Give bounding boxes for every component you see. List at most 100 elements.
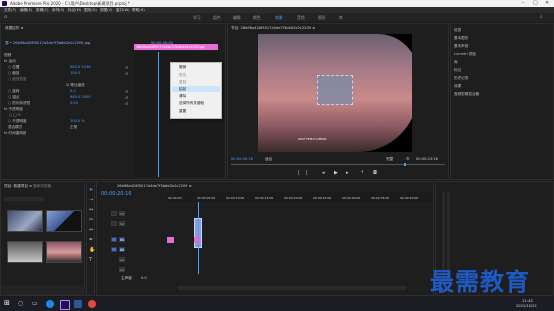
workspace-color[interactable]: 颜色: [253, 15, 261, 21]
ripple-edit-icon[interactable]: ↔: [89, 207, 93, 213]
menu-item-paste[interactable]: 粘贴: [172, 86, 220, 92]
menu-item-copy[interactable]: 复制: [179, 80, 186, 85]
effect-controls-tab[interactable]: 效果控件 ≡: [5, 26, 24, 31]
track-target[interactable]: [111, 211, 117, 216]
panel-item-effects[interactable]: 效果: [454, 84, 461, 89]
timeline-tab[interactable]: 26b96a426f5017a5de7f3b6d2e2c2209 ≡: [117, 184, 192, 188]
search-taskbar-icon[interactable]: ○: [18, 300, 23, 307]
track-label: A2: [119, 257, 125, 262]
word-icon[interactable]: [74, 300, 82, 308]
quality-dropdown[interactable]: 完整: [386, 157, 393, 162]
effect-source-label: 源 • 26b96a426f5017a5de7f3b6d2e2c2209.jpg: [5, 41, 91, 45]
selection-tool-icon[interactable]: ➤: [89, 187, 93, 193]
menu-item-select-all-keyframes[interactable]: 选择所有关键帧: [179, 101, 204, 106]
task-view-icon[interactable]: ▭: [32, 300, 38, 307]
slip-tool-icon[interactable]: ⇔: [89, 227, 93, 233]
media-browser-tab[interactable]: 媒体浏览器: [33, 184, 51, 189]
workspace-audio[interactable]: 音频: [297, 15, 305, 21]
panel-item-audio-mixer[interactable]: 音频剪辑混合器: [454, 92, 479, 97]
track-header-a3[interactable]: A3: [111, 266, 167, 273]
track-target[interactable]: [111, 221, 117, 226]
program-playhead[interactable]: [404, 163, 406, 166]
track-target[interactable]: [111, 237, 117, 242]
program-timecode-right: 00:00:23:16: [416, 157, 438, 161]
minimize-button[interactable]: –: [522, 0, 525, 6]
ruler-tick: 00:00:05:00: [197, 196, 216, 200]
program-scrubber[interactable]: [231, 164, 445, 165]
wrench-icon[interactable]: ⚙: [406, 156, 410, 161]
workspace-graphics[interactable]: 图形: [318, 15, 326, 21]
play-icon[interactable]: ▶: [334, 170, 338, 176]
type-tool-icon[interactable]: T: [89, 257, 92, 263]
panel-item-libraries[interactable]: 库: [454, 60, 458, 65]
workspace-effects[interactable]: 效果: [275, 15, 283, 21]
program-timecode-left[interactable]: 00:00:00:16: [231, 157, 253, 161]
pen-tool-icon[interactable]: ✒: [89, 237, 93, 243]
effect-row[interactable]: ○ 锚点 960.0 2000: [8, 95, 91, 100]
media-thumbnail[interactable]: [7, 241, 43, 263]
panel-item-history[interactable]: 历史记录: [454, 76, 468, 81]
step-forward-icon[interactable]: ▸: [346, 170, 349, 176]
edge-icon[interactable]: [46, 300, 54, 308]
panel-item-essential-graphics[interactable]: 基本图形: [454, 36, 468, 41]
workspace-learn[interactable]: 学习: [193, 15, 201, 21]
media-thumbnail[interactable]: [7, 210, 43, 232]
fit-dropdown[interactable]: 适合: [265, 157, 272, 162]
camera-icon[interactable]: ◘: [373, 170, 377, 176]
lift-icon[interactable]: ⇡: [360, 170, 364, 176]
timeline-scrollbar[interactable]: [177, 286, 407, 290]
clip-v1[interactable]: [167, 237, 174, 243]
mask-icons[interactable]: ○ □ ✎: [9, 113, 21, 117]
timeline-panel: 26b96a426f5017a5de7f3b6d2e2c2209 ≡ 00:00…: [96, 181, 434, 296]
title-bar: Adobe Premiere Pro 2020 - C:\用户\Desktop\…: [0, 0, 554, 7]
panel-item-info[interactable]: 信息: [454, 28, 461, 33]
reset-icons[interactable]: ↺ ↺ ↺ ↺ ↺: [125, 65, 128, 107]
workspace-editing[interactable]: 编辑: [233, 15, 241, 21]
program-tab[interactable]: 节目: 26b96a426f5017a5de7f3b6d2e2c2209 ≡: [231, 26, 315, 31]
chrome-icon[interactable]: [88, 300, 96, 308]
step-back-icon[interactable]: ◂: [322, 170, 325, 176]
premiere-icon[interactable]: [60, 300, 70, 310]
track-header-a1[interactable]: A1: [111, 246, 167, 253]
razor-tool-icon[interactable]: ✂: [89, 217, 93, 223]
track-header-a2[interactable]: A2: [111, 256, 167, 263]
panel-item-lumetri[interactable]: Lumetri 颜色: [454, 52, 476, 57]
maximize-button[interactable]: ▢: [533, 0, 538, 6]
project-search[interactable]: [4, 197, 44, 201]
mark-in-icon[interactable]: |: [298, 170, 300, 176]
home-icon[interactable]: ⌂: [4, 14, 7, 20]
right-panel: 信息 基本图形 基本声音 Lumetri 颜色 库 标记 历史记录 效果 音频剪…: [450, 23, 554, 180]
master-track-value[interactable]: 0.0: [141, 276, 147, 280]
ruler-tick: 00:00:40:00: [400, 196, 419, 200]
effect-row[interactable]: ○ 防闪烁滤镜 0.00: [8, 101, 78, 106]
timeline-playhead[interactable]: [198, 202, 199, 274]
search-icon[interactable]: ⌕: [540, 14, 543, 20]
effect-row[interactable]: ○ 不透明度 100.0 %: [8, 119, 85, 124]
track-header-v2[interactable]: V2: [111, 220, 167, 227]
mark-out-icon[interactable]: |: [306, 170, 308, 176]
menu-item-clear[interactable]: 清除: [179, 94, 186, 99]
effect-row[interactable]: 混合模式 正常: [8, 125, 77, 130]
panel-item-markers[interactable]: 标记: [454, 68, 461, 73]
close-button[interactable]: ✕: [545, 0, 549, 6]
track-header-v3[interactable]: V3: [111, 210, 167, 217]
menu-item-undo[interactable]: 撤销: [179, 65, 186, 70]
project-tab[interactable]: 项目: 新建项目 ≡: [4, 184, 32, 189]
media-thumbnail[interactable]: [46, 241, 82, 263]
effect-row[interactable]: ○ 旋转 0.0: [8, 89, 76, 94]
menu-item-cut[interactable]: 剪切: [179, 73, 186, 78]
hand-tool-icon[interactable]: ✋: [89, 247, 95, 253]
track-target[interactable]: [111, 247, 117, 252]
media-thumbnail[interactable]: [46, 210, 82, 232]
track-header-v1[interactable]: V1: [111, 236, 167, 243]
workspace-assembly[interactable]: 组件: [213, 15, 221, 21]
panel-item-essential-sound[interactable]: 基本声音: [454, 44, 468, 49]
effect-row[interactable]: ○ 位置 960.0 1036: [8, 65, 91, 70]
timeline-timecode[interactable]: 00:00:20:16: [101, 191, 132, 197]
effect-row[interactable]: ○ 缩放 100.0: [8, 71, 80, 76]
workspace-libraries[interactable]: 库: [339, 15, 343, 21]
overlay-image[interactable]: [317, 75, 353, 105]
menu-item-reset[interactable]: 重置: [179, 109, 186, 114]
start-icon[interactable]: ⊞: [4, 299, 10, 307]
track-select-icon[interactable]: ⇢: [89, 197, 93, 203]
